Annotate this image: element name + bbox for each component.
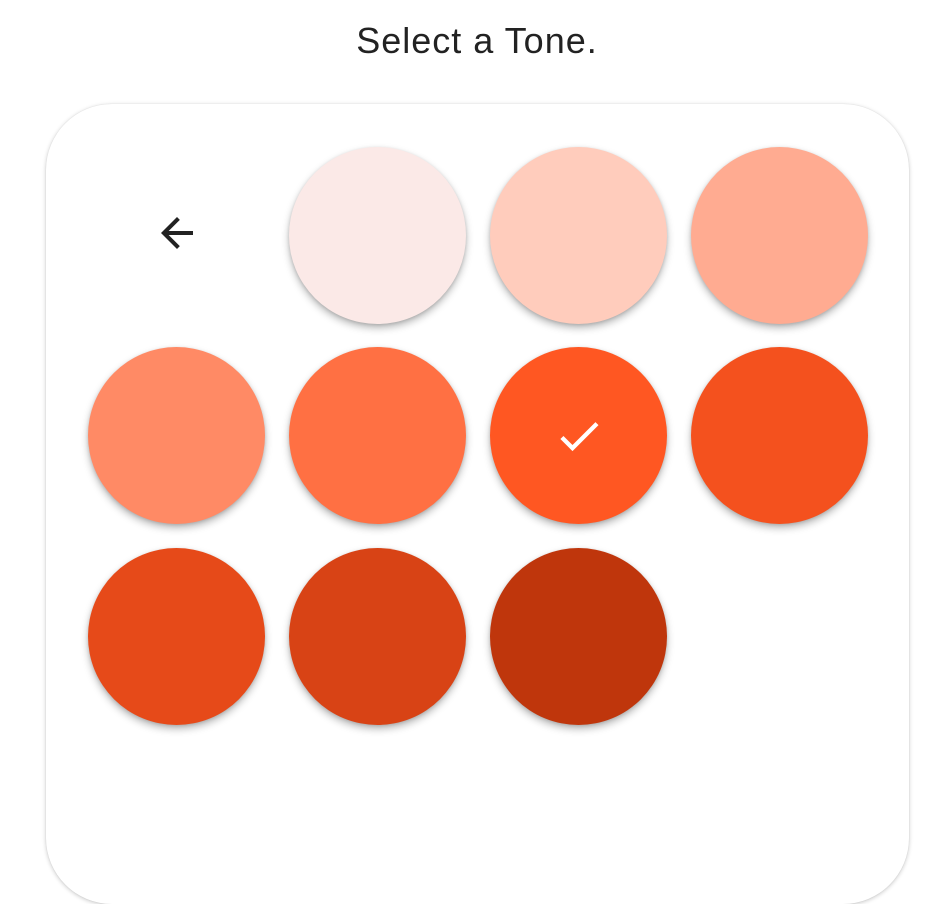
tone-swatch[interactable] <box>490 147 667 324</box>
tone-swatch[interactable] <box>490 347 667 524</box>
back-button[interactable] <box>88 147 265 324</box>
tone-swatch[interactable] <box>289 347 466 524</box>
arrow-back-icon <box>153 209 201 262</box>
tone-swatch[interactable] <box>289 548 466 725</box>
page-title: Select a Tone. <box>356 20 598 61</box>
tone-swatch[interactable] <box>490 548 667 725</box>
tone-swatch[interactable] <box>691 347 868 524</box>
tone-swatch[interactable] <box>691 147 868 324</box>
tone-swatch[interactable] <box>289 147 466 324</box>
tone-swatch[interactable] <box>88 347 265 524</box>
tone-swatch[interactable] <box>88 548 265 725</box>
check-icon <box>553 410 605 462</box>
